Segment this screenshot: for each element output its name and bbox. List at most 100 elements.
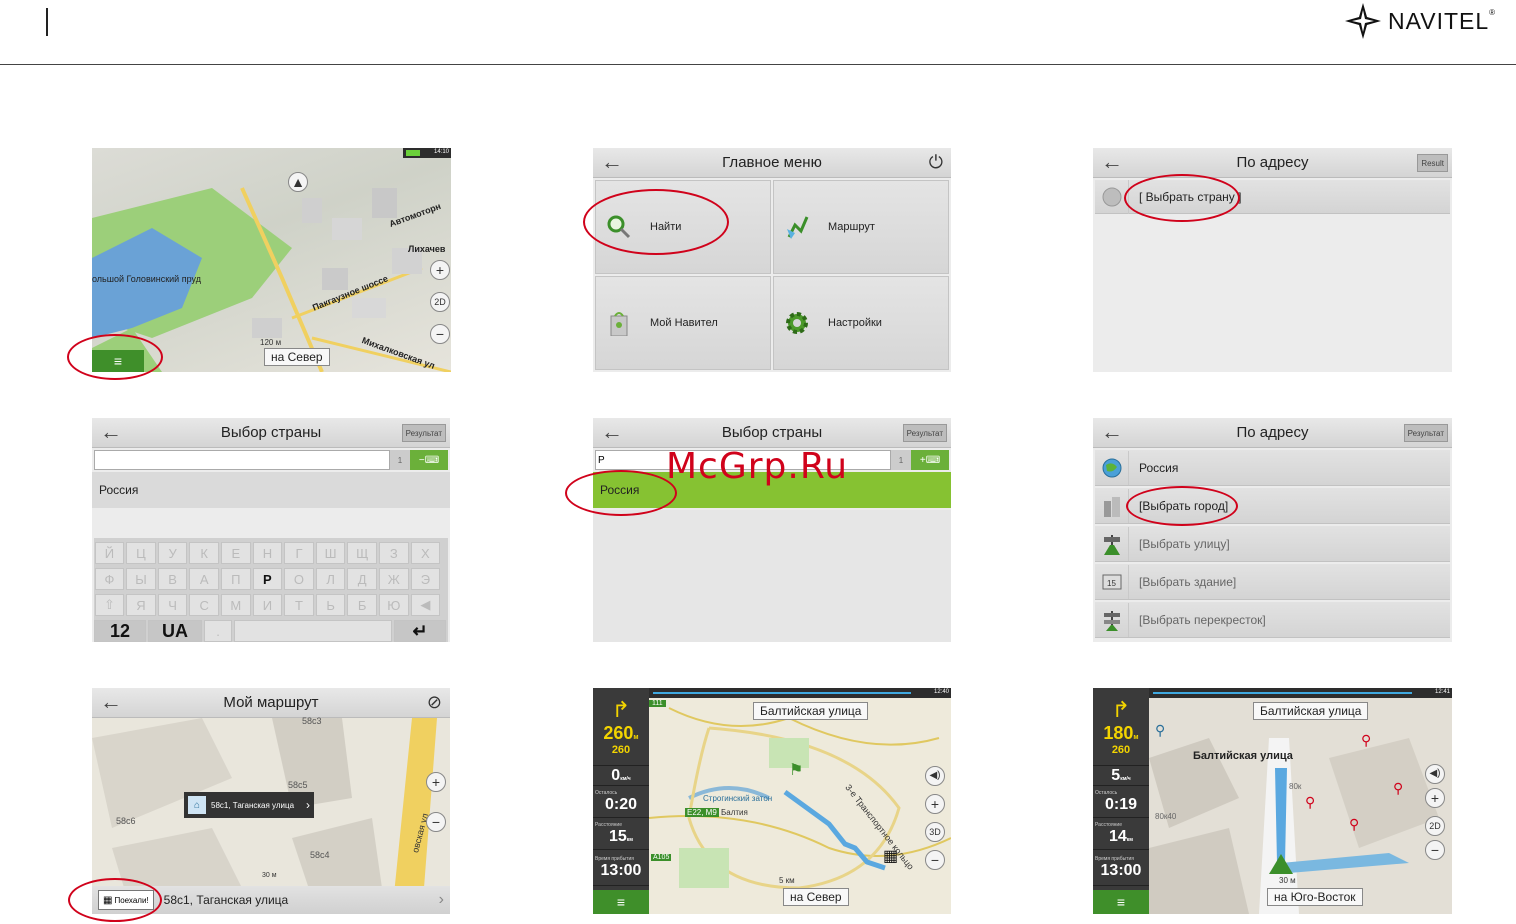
screen-by-address-filled: ← По адресу Результат Россия [Выбрать го… bbox=[1093, 418, 1452, 642]
numbers-key[interactable]: 12 bbox=[94, 620, 146, 642]
zoom-out-button[interactable]: − bbox=[430, 324, 450, 344]
next-turn-distance: 260 bbox=[1111, 744, 1131, 756]
menu-button[interactable]: ≡ bbox=[92, 350, 144, 372]
volume-icon[interactable]: ◀) bbox=[1425, 764, 1445, 784]
back-arrow-icon[interactable]: ← bbox=[601, 151, 623, 173]
keyboard-key[interactable]: Щ bbox=[347, 542, 377, 564]
keyboard-toggle-icon[interactable]: −⌨ bbox=[410, 450, 448, 470]
menu-button[interactable]: ≡ bbox=[1093, 890, 1149, 914]
enter-key[interactable]: ↵ bbox=[394, 620, 446, 642]
keyboard-key[interactable]: ⇧ bbox=[94, 594, 125, 616]
back-arrow-icon[interactable]: ← bbox=[1101, 151, 1123, 173]
choose-street-row[interactable]: [Выбрать улицу] bbox=[1095, 526, 1450, 562]
keyboard-key[interactable]: Д bbox=[347, 568, 377, 590]
keyboard-key[interactable]: Х bbox=[410, 542, 441, 564]
keyboard-key[interactable]: И bbox=[252, 594, 283, 616]
screen-title: Выбор страны bbox=[220, 424, 322, 441]
keyboard-key[interactable]: Ш bbox=[315, 542, 346, 564]
navitel-logo: NAVITEL® bbox=[1344, 2, 1496, 40]
keyboard-key[interactable]: Ф bbox=[94, 568, 125, 590]
choose-country-row[interactable]: [ Выбрать страну ] bbox=[1095, 179, 1450, 214]
keyboard-key[interactable]: Ч bbox=[157, 594, 188, 616]
cancel-route-icon[interactable]: ⊘ bbox=[427, 692, 442, 713]
keyboard-key[interactable]: К bbox=[189, 542, 219, 564]
turn-block: ↱ 260м 260 bbox=[593, 688, 649, 766]
keyboard-key[interactable]: Т bbox=[284, 594, 314, 616]
keyboard-key[interactable]: П bbox=[221, 568, 251, 590]
keyboard-key[interactable]: ◀ bbox=[410, 594, 441, 616]
settings-tile[interactable]: Настройки bbox=[773, 276, 949, 370]
language-key[interactable]: UA bbox=[148, 620, 202, 642]
zoom-in-button[interactable]: + bbox=[925, 794, 945, 814]
back-arrow-icon[interactable]: ← bbox=[100, 691, 122, 713]
keyboard-key[interactable]: Ю bbox=[379, 594, 409, 616]
country-row[interactable]: Россия bbox=[1095, 450, 1450, 486]
search-input[interactable] bbox=[94, 450, 390, 470]
zoom-out-button[interactable]: − bbox=[1425, 840, 1445, 860]
keyboard-key[interactable]: М bbox=[221, 594, 251, 616]
keyboard-key[interactable]: З bbox=[379, 542, 409, 564]
keyboard-key[interactable]: А bbox=[189, 568, 219, 590]
keyboard-key[interactable]: Н bbox=[252, 542, 283, 564]
keyboard-key[interactable]: Ь bbox=[315, 594, 346, 616]
keyboard-key[interactable]: Р bbox=[252, 568, 283, 590]
zoom-out-button[interactable]: − bbox=[925, 850, 945, 870]
choose-intersection-row[interactable]: [Выбрать перекресток] bbox=[1095, 602, 1450, 638]
compass-icon[interactable]: ▲ bbox=[288, 172, 308, 192]
result-button[interactable]: Результат bbox=[1403, 424, 1448, 442]
keyboard-key[interactable]: У bbox=[157, 542, 188, 564]
find-tile[interactable]: Найти bbox=[595, 180, 771, 274]
keyboard-toggle-icon[interactable]: +⌨ bbox=[911, 450, 949, 470]
space-key[interactable] bbox=[234, 620, 392, 642]
screen-by-address: ← По адресу Result [ Выбрать страну ] bbox=[1093, 148, 1452, 372]
zoom-in-button[interactable]: + bbox=[430, 260, 450, 280]
my-navitel-tile[interactable]: Мой Навител bbox=[595, 276, 771, 370]
view-3d-button[interactable]: 3D bbox=[925, 822, 945, 842]
destination-popup[interactable]: ⌂ 58с1, Таганская улица › bbox=[184, 792, 314, 818]
keyboard-key[interactable]: Ц bbox=[126, 542, 156, 564]
view-2d-button[interactable]: 2D bbox=[430, 292, 450, 312]
building-label: 58с3 bbox=[302, 716, 322, 726]
country-item[interactable]: Россия bbox=[92, 472, 450, 508]
keyboard-key[interactable]: Э bbox=[410, 568, 441, 590]
keyboard-key[interactable]: Л bbox=[315, 568, 346, 590]
result-button[interactable]: Результат bbox=[401, 424, 446, 442]
route-tile[interactable]: Маршрут bbox=[773, 180, 949, 274]
menu-button[interactable]: ≡ bbox=[593, 890, 649, 914]
screen-title: Мой маршрут bbox=[223, 694, 319, 711]
back-arrow-icon[interactable]: ← bbox=[100, 421, 122, 443]
keyboard-key[interactable]: Б bbox=[347, 594, 377, 616]
view-2d-button[interactable]: 2D bbox=[1425, 816, 1445, 836]
choose-building-row[interactable]: 15 [Выбрать здание] bbox=[1095, 564, 1450, 600]
choose-city-row[interactable]: [Выбрать город] bbox=[1095, 488, 1450, 524]
result-button[interactable]: Результат bbox=[902, 424, 947, 442]
zoom-in-button[interactable]: + bbox=[426, 772, 446, 792]
volume-icon[interactable]: ◀) bbox=[925, 766, 945, 786]
search-icon bbox=[606, 214, 632, 240]
nav-info-panel: ↱ 180м 260 5км/ч Осталось 0:19 Расстояни… bbox=[1093, 688, 1149, 914]
result-count: 1 bbox=[390, 450, 410, 470]
back-arrow-icon[interactable]: ← bbox=[601, 421, 623, 443]
result-button[interactable]: Result bbox=[1417, 154, 1448, 172]
go-button[interactable]: ▦ Поехали! bbox=[98, 890, 154, 910]
keyboard-key[interactable]: В bbox=[157, 568, 188, 590]
dot-key[interactable]: . bbox=[204, 620, 232, 642]
keyboard-key[interactable]: С bbox=[189, 594, 219, 616]
keyboard-key[interactable]: О bbox=[284, 568, 314, 590]
screen-navigation-2d: 12:40 ↱ 260м 260 0км/ч Осталось 0:20 Рас… bbox=[593, 688, 951, 914]
back-arrow-icon[interactable]: ← bbox=[1101, 421, 1123, 443]
keyboard-key[interactable]: Ы bbox=[126, 568, 156, 590]
keyboard-key[interactable]: Г bbox=[284, 542, 314, 564]
keyboard-key[interactable]: Я bbox=[126, 594, 156, 616]
power-icon[interactable]: ⏻ bbox=[929, 152, 943, 173]
direction-label: на Юго-Восток bbox=[1267, 888, 1363, 906]
zoom-in-button[interactable]: + bbox=[1425, 788, 1445, 808]
keyboard-key[interactable]: Ж bbox=[379, 568, 409, 590]
map-label: Балтия bbox=[721, 808, 748, 817]
zoom-out-button[interactable]: − bbox=[426, 812, 446, 832]
keyboard-key[interactable]: Е bbox=[221, 542, 251, 564]
scale-label: 5 км bbox=[779, 876, 795, 885]
building-label: 58с5 bbox=[288, 780, 308, 790]
arrival-block: Время прибытия 13:00 bbox=[593, 850, 649, 886]
keyboard-key[interactable]: Й bbox=[94, 542, 125, 564]
